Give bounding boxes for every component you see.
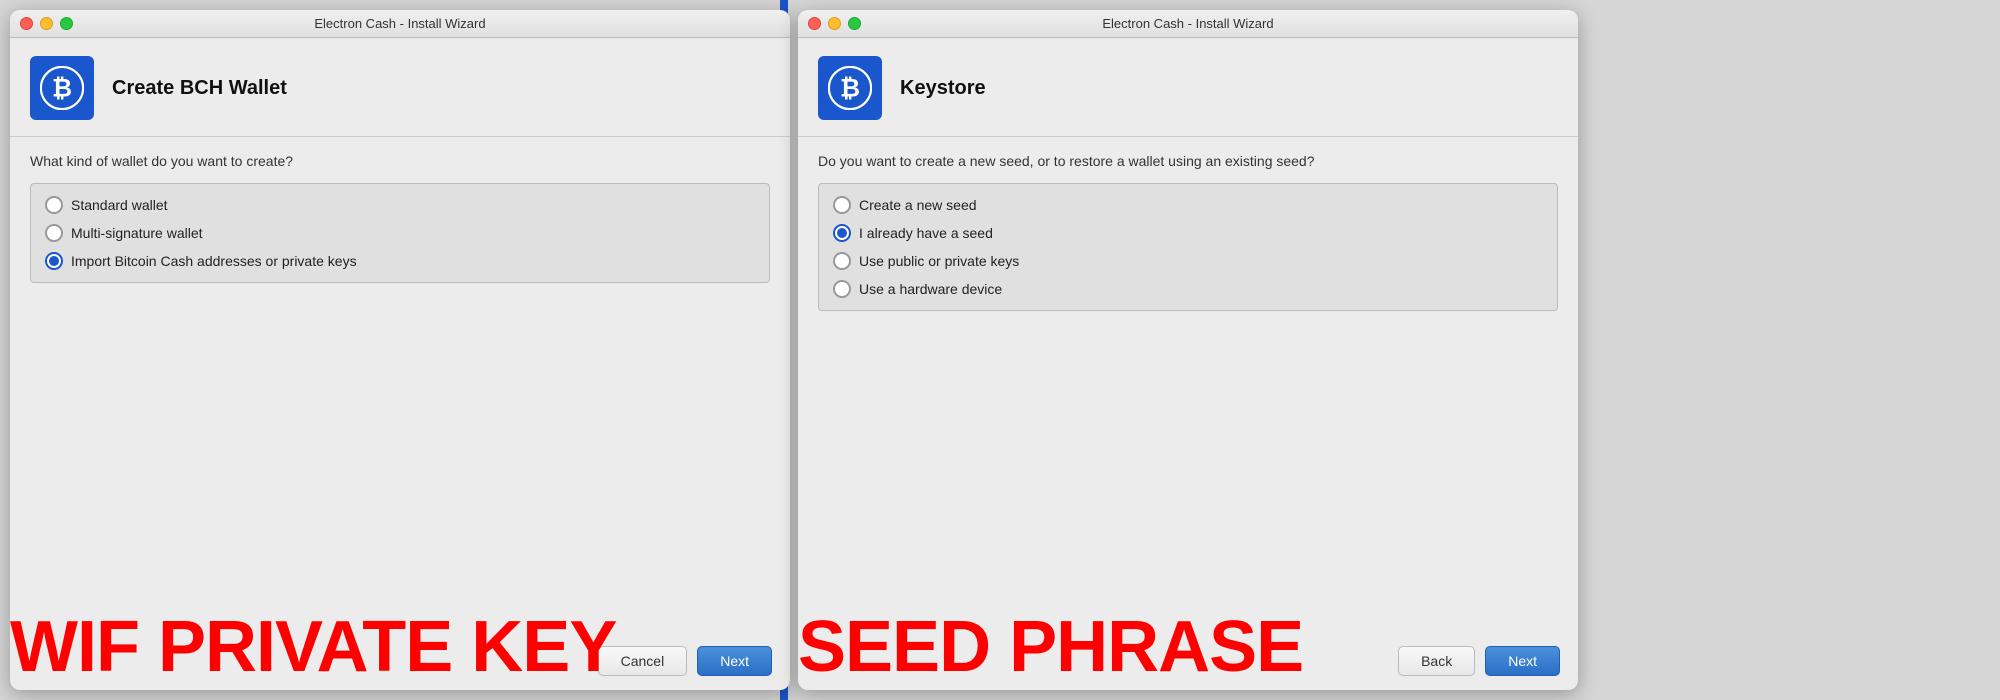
left-wizard-question: What kind of wallet do you want to creat… — [30, 153, 770, 169]
right-option-hardware[interactable]: Use a hardware device — [833, 280, 1543, 298]
right-option-have-seed-label: I already have a seed — [859, 225, 993, 241]
left-options-box: Standard wallet Multi-signature wallet I… — [30, 183, 770, 283]
right-minimize-button[interactable] — [828, 17, 841, 30]
left-radio-import[interactable] — [45, 252, 63, 270]
right-close-button[interactable] — [808, 17, 821, 30]
left-option-standard-label: Standard wallet — [71, 197, 168, 213]
left-option-standard[interactable]: Standard wallet — [45, 196, 755, 214]
left-option-multisig-label: Multi-signature wallet — [71, 225, 203, 241]
right-next-button[interactable]: Next — [1485, 646, 1560, 676]
right-panel-area: Electron Cash - Install Wizard ₿ Keystor… — [788, 0, 2000, 700]
right-radio-hardware[interactable] — [833, 280, 851, 298]
right-wizard-header: ₿ Keystore — [798, 38, 1578, 137]
left-bitcoin-icon: ₿ — [30, 56, 94, 120]
right-big-label: SEED PHRASE — [798, 606, 1303, 688]
left-option-import[interactable]: Import Bitcoin Cash addresses or private… — [45, 252, 755, 270]
right-panel-content: ₿ Keystore Do you want to create a new s… — [798, 38, 1578, 690]
right-window-title: Electron Cash - Install Wizard — [1102, 16, 1273, 31]
left-close-button[interactable] — [20, 17, 33, 30]
left-option-multisig[interactable]: Multi-signature wallet — [45, 224, 755, 242]
left-next-button[interactable]: Next — [697, 646, 772, 676]
left-radio-multisig[interactable] — [45, 224, 63, 242]
right-option-new-seed-label: Create a new seed — [859, 197, 977, 213]
right-traffic-lights — [808, 17, 861, 30]
left-wizard-window: Electron Cash - Install Wizard ₿ Create … — [10, 10, 790, 690]
left-wizard-title: Create BCH Wallet — [112, 77, 287, 100]
right-bitcoin-icon: ₿ — [818, 56, 882, 120]
left-traffic-lights — [20, 17, 73, 30]
right-options-box: Create a new seed I already have a seed … — [818, 183, 1558, 311]
left-window-title: Electron Cash - Install Wizard — [314, 16, 485, 31]
right-radio-pub-priv[interactable] — [833, 252, 851, 270]
svg-text:₿: ₿ — [52, 76, 72, 103]
left-wizard-body: What kind of wallet do you want to creat… — [10, 137, 790, 636]
right-option-have-seed[interactable]: I already have a seed — [833, 224, 1543, 242]
left-wizard-header: ₿ Create BCH Wallet — [10, 38, 790, 137]
right-wizard-title: Keystore — [900, 77, 986, 100]
left-minimize-button[interactable] — [40, 17, 53, 30]
left-maximize-button[interactable] — [60, 17, 73, 30]
right-radio-have-seed[interactable] — [833, 224, 851, 242]
svg-text:₿: ₿ — [840, 76, 860, 103]
right-back-button[interactable]: Back — [1398, 646, 1475, 676]
left-big-label: WIF PRIVATE KEY — [10, 606, 616, 688]
left-title-bar: Electron Cash - Install Wizard — [10, 10, 790, 38]
right-option-pub-priv-label: Use public or private keys — [859, 253, 1019, 269]
right-option-hardware-label: Use a hardware device — [859, 281, 1002, 297]
left-radio-standard[interactable] — [45, 196, 63, 214]
right-title-bar: Electron Cash - Install Wizard — [798, 10, 1578, 38]
right-wizard-question: Do you want to create a new seed, or to … — [818, 153, 1558, 169]
right-maximize-button[interactable] — [848, 17, 861, 30]
right-option-new-seed[interactable]: Create a new seed — [833, 196, 1543, 214]
right-option-pub-priv[interactable]: Use public or private keys — [833, 252, 1543, 270]
right-radio-new-seed[interactable] — [833, 196, 851, 214]
left-option-import-label: Import Bitcoin Cash addresses or private… — [71, 253, 357, 269]
right-wizard-window: Electron Cash - Install Wizard ₿ Keystor… — [798, 10, 1578, 690]
right-wizard-body: Do you want to create a new seed, or to … — [798, 137, 1578, 636]
left-panel-content: ₿ Create BCH Wallet What kind of wallet … — [10, 38, 790, 690]
left-panel-area: Electron Cash - Install Wizard ₿ Create … — [0, 0, 780, 700]
